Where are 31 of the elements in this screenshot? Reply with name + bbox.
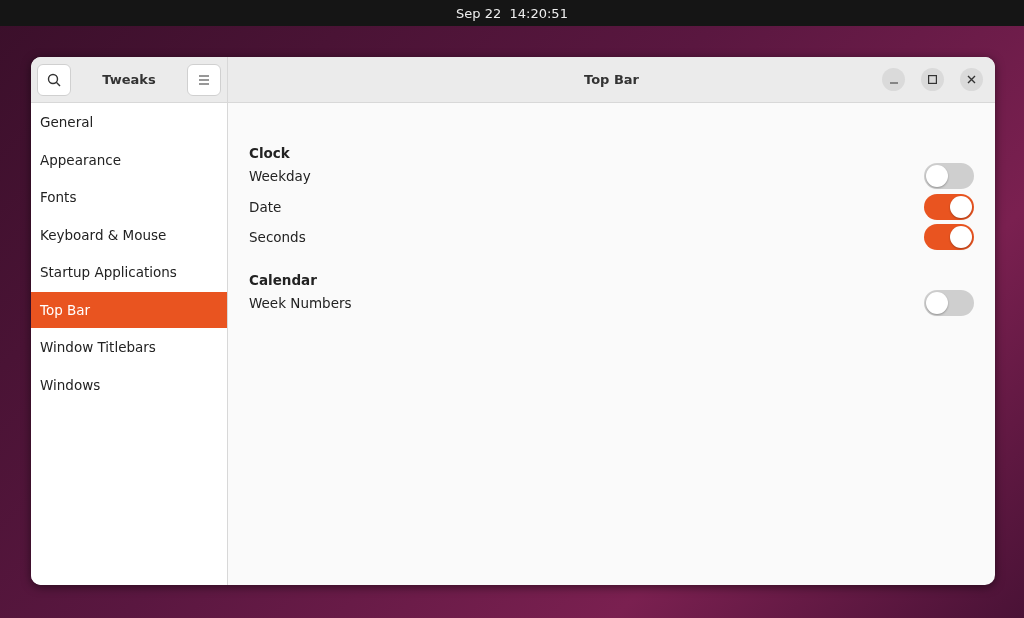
menu-icon bbox=[198, 74, 210, 85]
menu-button[interactable] bbox=[187, 63, 221, 96]
toggle-switch[interactable] bbox=[924, 163, 974, 190]
sidebar-item[interactable]: Appearance bbox=[31, 141, 227, 178]
sidebar-title: Tweaks bbox=[102, 72, 156, 87]
sidebar-item[interactable]: Startup Applications bbox=[31, 254, 227, 290]
toggle-switch[interactable] bbox=[924, 224, 974, 251]
toggle-switch[interactable] bbox=[924, 289, 974, 316]
clock[interactable]: Sep 22 14:20:51 bbox=[456, 5, 568, 21]
sidebar-item[interactable]: Fonts bbox=[31, 179, 227, 215]
maximize-button[interactable] bbox=[921, 68, 944, 91]
sidebar-item[interactable]: Windows bbox=[31, 366, 227, 403]
setting-label: Weekday bbox=[249, 168, 311, 185]
toggle-switch[interactable] bbox=[924, 193, 974, 220]
window-title: Top Bar bbox=[584, 72, 639, 87]
close-icon bbox=[967, 75, 976, 84]
close-button[interactable] bbox=[960, 68, 983, 91]
sidebar-item[interactable]: General bbox=[31, 104, 227, 140]
search-button[interactable] bbox=[37, 63, 71, 96]
section-heading: Calendar bbox=[249, 270, 318, 288]
sidebar-item[interactable]: Top Bar bbox=[31, 291, 227, 328]
minimize-icon bbox=[889, 81, 898, 84]
setting-label: Week Numbers bbox=[249, 294, 352, 311]
minimize-button[interactable] bbox=[882, 68, 905, 91]
section-heading: Clock bbox=[249, 144, 291, 161]
setting-label: Date bbox=[249, 198, 282, 215]
search-icon bbox=[47, 72, 61, 87]
maximize-icon bbox=[928, 75, 937, 84]
setting-label: Seconds bbox=[249, 229, 306, 246]
sidebar-item[interactable]: Window Titlebars bbox=[31, 329, 227, 365]
sidebar-item[interactable]: Keyboard & Mouse bbox=[31, 216, 227, 253]
